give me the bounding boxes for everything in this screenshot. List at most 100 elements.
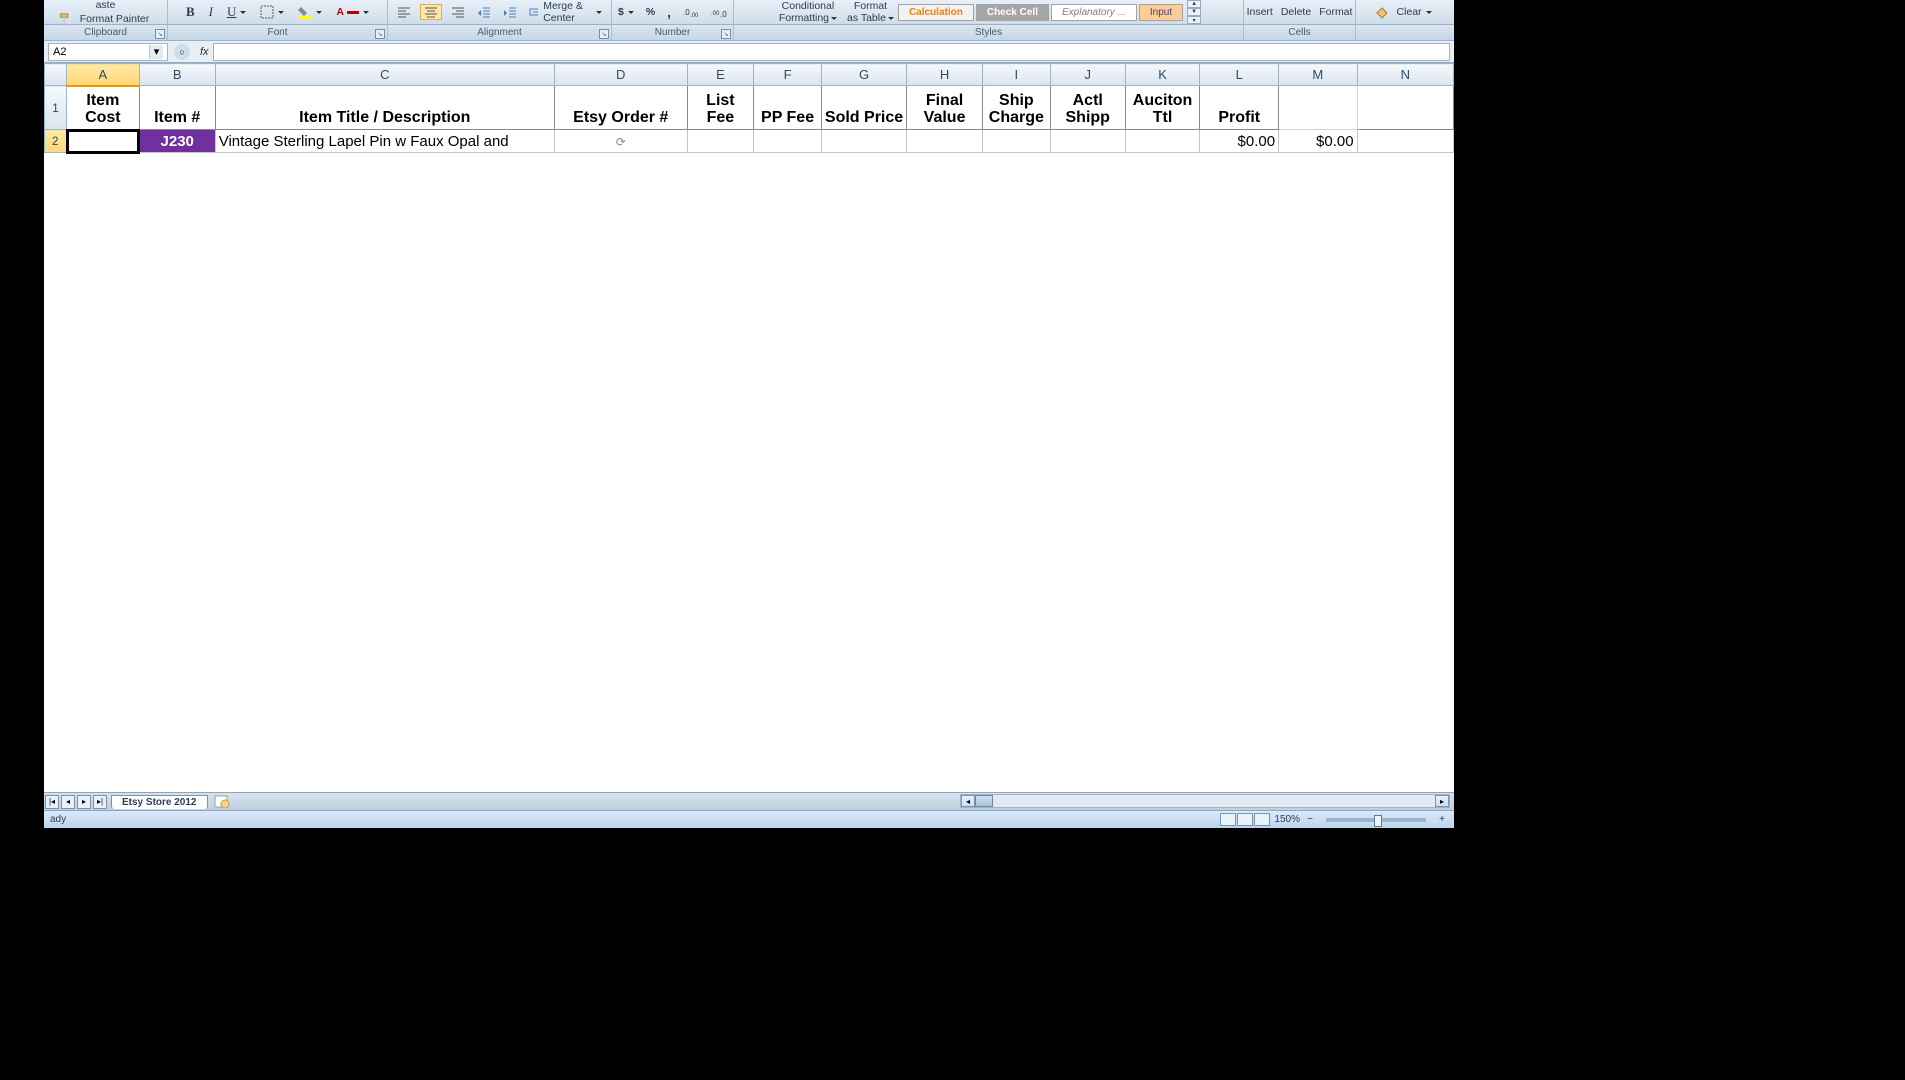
col-header-D[interactable]: D bbox=[554, 64, 687, 86]
cell[interactable] bbox=[1125, 130, 1200, 153]
styles-more[interactable]: ▾ bbox=[1187, 16, 1201, 24]
horizontal-scrollbar[interactable]: ◂ ▸ bbox=[960, 794, 1450, 808]
name-box[interactable]: A2 ▾ bbox=[48, 43, 168, 61]
insert-button[interactable]: Insert bbox=[1244, 5, 1276, 19]
zoom-level[interactable]: 150% bbox=[1274, 814, 1300, 825]
col-header-M[interactable]: M bbox=[1279, 64, 1358, 86]
hscroll-right[interactable]: ▸ bbox=[1435, 795, 1449, 807]
cell[interactable] bbox=[821, 130, 906, 153]
alignment-launcher[interactable]: ↘ bbox=[599, 29, 609, 39]
hscroll-thumb[interactable] bbox=[975, 795, 993, 807]
format-button[interactable]: Format bbox=[1316, 5, 1355, 19]
border-button[interactable] bbox=[257, 4, 287, 20]
view-normal[interactable] bbox=[1220, 813, 1236, 826]
align-left-button[interactable] bbox=[394, 5, 414, 19]
header-cell[interactable]: PP Fee bbox=[754, 86, 822, 130]
fx-icon[interactable]: fx bbox=[200, 46, 209, 58]
zoom-in[interactable]: + bbox=[1436, 814, 1448, 825]
cell[interactable]: $0.00 bbox=[1200, 130, 1279, 153]
bold-button[interactable]: B bbox=[183, 3, 198, 21]
header-cell[interactable] bbox=[1279, 86, 1358, 130]
row-header[interactable]: 2 bbox=[45, 130, 67, 153]
sheet-tab[interactable]: Etsy Store 2012 bbox=[111, 795, 208, 809]
row-header[interactable]: 1 bbox=[45, 86, 67, 130]
increase-decimal-button[interactable]: .0.00 bbox=[680, 5, 702, 19]
col-header-I[interactable]: I bbox=[982, 64, 1050, 86]
header-cell[interactable]: FinalValue bbox=[907, 86, 983, 130]
font-color-button[interactable]: A bbox=[333, 5, 372, 19]
comma-button[interactable]: , bbox=[664, 3, 674, 21]
cell[interactable]: $0.00 bbox=[1279, 130, 1358, 153]
grid-area[interactable]: ABCDEFGHIJKLMN1ItemCostItem #Item Title … bbox=[44, 63, 1454, 792]
delete-button[interactable]: Delete bbox=[1278, 5, 1314, 19]
header-cell[interactable]: AucitonTtl bbox=[1125, 86, 1200, 130]
conditional-formatting-button[interactable]: ConditionalFormatting bbox=[776, 0, 840, 25]
currency-button[interactable]: $ bbox=[615, 5, 637, 19]
percent-button[interactable]: % bbox=[643, 5, 658, 19]
tab-nav-first[interactable]: |◂ bbox=[45, 795, 59, 809]
col-header-L[interactable]: L bbox=[1200, 64, 1279, 86]
col-header-C[interactable]: C bbox=[215, 64, 554, 86]
col-header-F[interactable]: F bbox=[754, 64, 822, 86]
header-cell[interactable]: ActlShipp bbox=[1050, 86, 1125, 130]
format-painter-button[interactable]: Format Painter bbox=[77, 12, 152, 26]
col-header-N[interactable]: N bbox=[1357, 64, 1453, 86]
header-cell[interactable]: Profit bbox=[1200, 86, 1279, 130]
style-explanatory[interactable]: Explanatory ... bbox=[1051, 4, 1137, 21]
align-center-button[interactable] bbox=[420, 4, 442, 20]
zoom-slider[interactable] bbox=[1326, 818, 1426, 822]
zoom-out[interactable]: − bbox=[1304, 814, 1316, 825]
decrease-decimal-button[interactable]: .00.0 bbox=[708, 5, 730, 19]
merge-center-button[interactable]: Merge & Center bbox=[526, 0, 605, 25]
formula-bar[interactable] bbox=[213, 43, 1450, 61]
header-cell[interactable]: ItemCost bbox=[67, 86, 140, 130]
col-header-K[interactable]: K bbox=[1125, 64, 1200, 86]
header-cell[interactable]: Etsy Order # bbox=[554, 86, 687, 130]
cell[interactable]: J230 bbox=[139, 130, 215, 153]
col-header-G[interactable]: G bbox=[821, 64, 906, 86]
new-sheet-icon[interactable] bbox=[214, 795, 230, 808]
cell[interactable] bbox=[754, 130, 822, 153]
paste-button[interactable]: aste bbox=[93, 0, 119, 12]
view-page-layout[interactable] bbox=[1237, 813, 1253, 826]
cell[interactable] bbox=[982, 130, 1050, 153]
cell[interactable] bbox=[907, 130, 983, 153]
header-cell[interactable]: Item # bbox=[139, 86, 215, 130]
tab-nav-next[interactable]: ▸ bbox=[77, 795, 91, 809]
italic-button[interactable]: I bbox=[206, 3, 216, 21]
style-input[interactable]: Input bbox=[1139, 4, 1183, 21]
view-page-break[interactable] bbox=[1254, 813, 1270, 826]
header-cell[interactable]: Item Title / Description bbox=[215, 86, 554, 130]
tab-nav-prev[interactable]: ◂ bbox=[61, 795, 75, 809]
styles-scroll-down[interactable]: ▼ bbox=[1187, 8, 1201, 16]
cell[interactable]: ⟳ bbox=[554, 130, 687, 153]
header-cell[interactable]: Sold Price bbox=[821, 86, 906, 130]
header-cell[interactable] bbox=[1357, 86, 1453, 130]
col-header-E[interactable]: E bbox=[687, 64, 754, 86]
col-header-J[interactable]: J bbox=[1050, 64, 1125, 86]
format-as-table-button[interactable]: Formatas Table bbox=[844, 0, 897, 25]
styles-scroll-up[interactable]: ▲ bbox=[1187, 0, 1201, 8]
style-check-cell[interactable]: Check Cell bbox=[976, 4, 1049, 21]
header-cell[interactable]: ListFee bbox=[687, 86, 754, 130]
number-launcher[interactable]: ↘ bbox=[721, 29, 731, 39]
fill-color-button[interactable] bbox=[295, 4, 325, 20]
select-all-corner[interactable] bbox=[45, 64, 67, 86]
cell[interactable] bbox=[67, 130, 140, 153]
style-calculation[interactable]: Calculation bbox=[898, 4, 974, 21]
hscroll-left[interactable]: ◂ bbox=[961, 795, 975, 807]
cell[interactable] bbox=[1050, 130, 1125, 153]
increase-indent-button[interactable] bbox=[500, 5, 520, 19]
align-right-button[interactable] bbox=[448, 5, 468, 19]
cell[interactable] bbox=[687, 130, 754, 153]
tab-nav-last[interactable]: ▸| bbox=[93, 795, 107, 809]
col-header-H[interactable]: H bbox=[907, 64, 983, 86]
clipboard-launcher[interactable]: ↘ bbox=[155, 29, 165, 39]
col-header-A[interactable]: A bbox=[67, 64, 140, 86]
cell[interactable] bbox=[1357, 130, 1453, 153]
name-box-dropdown[interactable]: ▾ bbox=[149, 45, 163, 59]
decrease-indent-button[interactable] bbox=[474, 5, 494, 19]
underline-button[interactable]: U bbox=[224, 3, 249, 21]
clear-button[interactable]: Clear bbox=[1393, 5, 1434, 19]
header-cell[interactable]: ShipCharge bbox=[982, 86, 1050, 130]
